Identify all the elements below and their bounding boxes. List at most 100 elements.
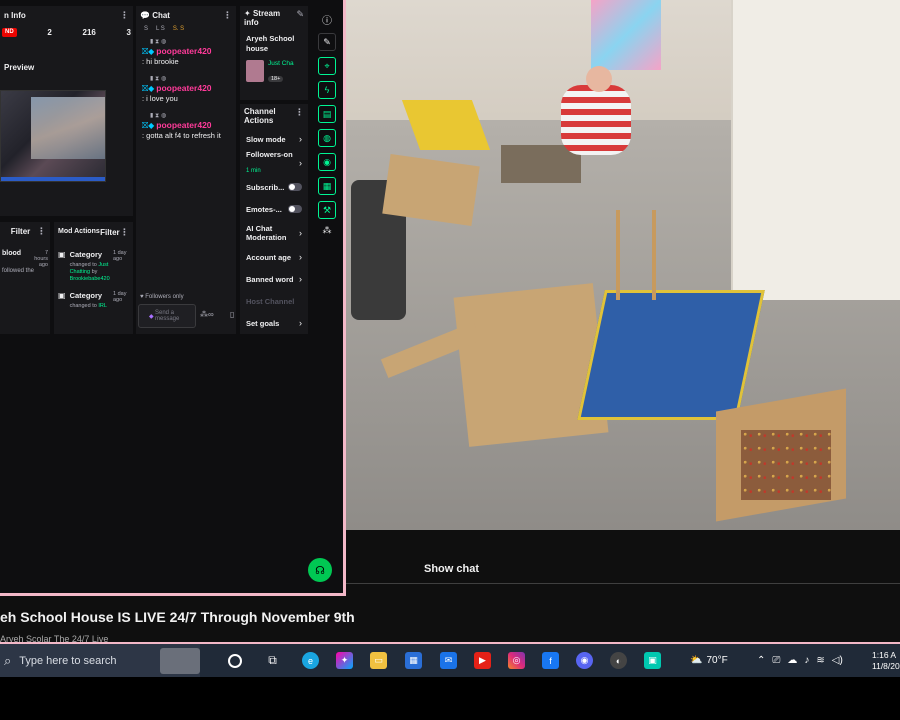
mod-action-target: IRL xyxy=(98,303,107,309)
person-head xyxy=(586,66,612,92)
stats-row: ND 2 216 3 xyxy=(0,24,133,41)
more-icon[interactable]: ⋮ xyxy=(37,226,46,237)
filter-entry[interactable]: blood 7 hours ago xyxy=(0,240,50,268)
chevron-right-icon: › xyxy=(299,318,302,328)
store-icon[interactable]: ▦ xyxy=(405,652,422,669)
more-icon[interactable]: ⋮ xyxy=(295,107,304,118)
bits-icon[interactable]: ◆ xyxy=(149,313,154,320)
search-highlight-image xyxy=(160,648,200,674)
chrome-icon[interactable]: ◉ xyxy=(576,652,593,669)
video-title: eh School House IS LIVE 24/7 Through Nov… xyxy=(0,609,355,625)
obs-icon[interactable]: ◐ xyxy=(610,652,627,669)
chat-title: Chat xyxy=(152,10,170,20)
badge-icons: ▮ ⧗ ◍ xyxy=(150,113,167,119)
more-icon[interactable]: ⋮ xyxy=(120,227,129,238)
edit-icon[interactable]: ✎ xyxy=(318,33,336,51)
action-subscribers-only[interactable]: Subscrib... xyxy=(240,176,308,198)
chat-message[interactable]: ▮ ⧗ ◍ ⛝◆ poopeater420 : i love you xyxy=(136,67,236,104)
cloud-icon[interactable]: ☁ xyxy=(787,655,797,666)
settings-icon[interactable]: ▯ xyxy=(230,310,234,319)
mail-icon[interactable]: ✉ xyxy=(440,652,457,669)
copilot-icon[interactable]: ✦ xyxy=(336,652,353,669)
show-chat-button[interactable]: Show chat xyxy=(424,563,479,575)
chat-message[interactable]: ▮ ⧗ ◍ ⛝◆ poopeater420 : gotta alt f4 to r… xyxy=(136,104,236,141)
weather-widget[interactable]: ⛅ 70°F xyxy=(690,644,728,677)
edge-icon[interactable]: e xyxy=(302,652,319,669)
layout-icon[interactable]: ▦ xyxy=(318,177,336,195)
chat-message[interactable]: ▮ ⧗ ◍ ⛝◆ poopeater420 : hi brookie xyxy=(136,34,236,67)
wrench-icon[interactable]: ⚒ xyxy=(318,201,336,219)
action-banned-words[interactable]: Banned word › xyxy=(240,268,308,290)
stream-preview-thumbnail[interactable] xyxy=(0,90,106,182)
chat-panel: 💬 Chat ⋮ S L S S. S ▮ ⧗ ◍ ⛝◆ poopeater420 … xyxy=(136,6,236,334)
screen-border xyxy=(0,677,900,720)
action-label: Host Channel xyxy=(246,296,295,306)
volume-icon[interactable]: ◁) xyxy=(832,655,843,666)
chat-username[interactable]: poopeater420 xyxy=(156,83,211,93)
taskbar-clock[interactable]: 1:16 A 11/8/20 xyxy=(872,644,900,677)
task-view-icon[interactable]: ⧉ xyxy=(264,652,281,669)
category-link[interactable]: Just Cha xyxy=(268,60,294,67)
chat-bubble-icon[interactable]: ◍ xyxy=(318,129,336,147)
extensions-icon[interactable]: ⁂ xyxy=(312,225,342,236)
file-explorer-icon[interactable]: ▭ xyxy=(370,652,387,669)
more-icon[interactable]: ⋮ xyxy=(223,10,232,21)
app-icon[interactable]: ▣ xyxy=(644,652,661,669)
badge-icons: ▮ ⧗ ◍ xyxy=(150,76,167,82)
broadcast-icon[interactable]: ◉ xyxy=(318,153,336,171)
toggle-switch[interactable] xyxy=(288,205,302,213)
wooden-stool xyxy=(616,210,656,300)
search-placeholder: Type here to search xyxy=(19,654,117,667)
toggle-switch[interactable] xyxy=(288,183,302,191)
rating-badge: 18+ xyxy=(268,76,284,82)
video-player[interactable] xyxy=(346,0,900,530)
action-account-age[interactable]: Account age › xyxy=(240,246,308,268)
filter-label[interactable]: Filter xyxy=(100,228,120,237)
stat-value: 216 xyxy=(82,28,96,37)
action-host-channel[interactable]: Host Channel xyxy=(240,290,308,312)
emote-icon[interactable]: ⁂∞ xyxy=(200,310,214,319)
filter-entry-name: blood xyxy=(2,250,22,257)
instagram-icon[interactable]: ◎ xyxy=(508,652,525,669)
action-slow-mode[interactable]: Slow mode › xyxy=(240,128,308,150)
info-icon[interactable]: ⓘ xyxy=(312,12,342,27)
filter-entry-desc: followed the xyxy=(2,268,35,274)
youtube-icon[interactable]: ▶ xyxy=(474,652,491,669)
action-followers-only[interactable]: Followers-on 1 min › xyxy=(240,150,308,176)
action-label: Account age xyxy=(246,252,292,262)
clip-icon[interactable]: ⌖ xyxy=(318,57,336,75)
meet-now-icon[interactable]: ⎚ xyxy=(772,655,780,666)
headset-icon[interactable]: ☊ xyxy=(308,558,332,582)
taskbar-search[interactable]: ⌕ Type here to search xyxy=(0,644,200,677)
chevron-right-icon: › xyxy=(299,274,302,284)
verified-icon: ⛝◆ xyxy=(142,84,155,93)
channel-actions-panel: Channel Actions ⋮ Slow mode › Followers-on… xyxy=(240,104,308,334)
chat-icon: 💬 xyxy=(140,10,153,20)
filter-label[interactable]: Filter xyxy=(11,227,31,236)
facebook-icon[interactable]: f xyxy=(542,652,559,669)
channel-actions-title: Channel Actions xyxy=(244,107,276,125)
document-icon[interactable]: ▤ xyxy=(318,105,336,123)
mod-action-user[interactable]: Brookiebabe420 xyxy=(70,276,110,282)
lightning-icon[interactable]: ϟ xyxy=(318,81,336,99)
cortana-icon[interactable] xyxy=(228,654,242,668)
action-emotes-only[interactable]: Emotes-... xyxy=(240,198,308,220)
network-icon[interactable]: ≋ xyxy=(816,655,824,666)
chat-input-placeholder: Send a message xyxy=(155,310,180,322)
chat-username[interactable]: poopeater420 xyxy=(156,46,211,56)
microphone-icon[interactable]: ♪ xyxy=(804,655,809,666)
chat-username[interactable]: poopeater420 xyxy=(156,120,211,130)
action-set-goals[interactable]: Set goals › xyxy=(240,312,308,334)
edit-icon[interactable]: ✎ xyxy=(296,9,304,20)
action-ai-moderation[interactable]: AI Chat Moderation › xyxy=(240,220,308,246)
chat-input[interactable]: ◆ Send a message xyxy=(138,304,196,328)
divider xyxy=(346,583,900,584)
apples xyxy=(741,430,831,500)
chevron-up-icon[interactable]: ⌃ xyxy=(757,655,765,666)
panel-title: n Info xyxy=(4,10,26,20)
chat-text: : i love you xyxy=(142,94,178,103)
more-icon[interactable]: ⋮ xyxy=(120,10,129,21)
mod-action-entry[interactable]: ▣ Category 1 day ago changed to IRL xyxy=(54,283,133,310)
filter-panel: Filter ⋮ blood 7 hours ago followed the xyxy=(0,222,50,334)
mod-action-entry[interactable]: ▣ Category 1 day ago changed to Just Chat… xyxy=(54,242,133,283)
